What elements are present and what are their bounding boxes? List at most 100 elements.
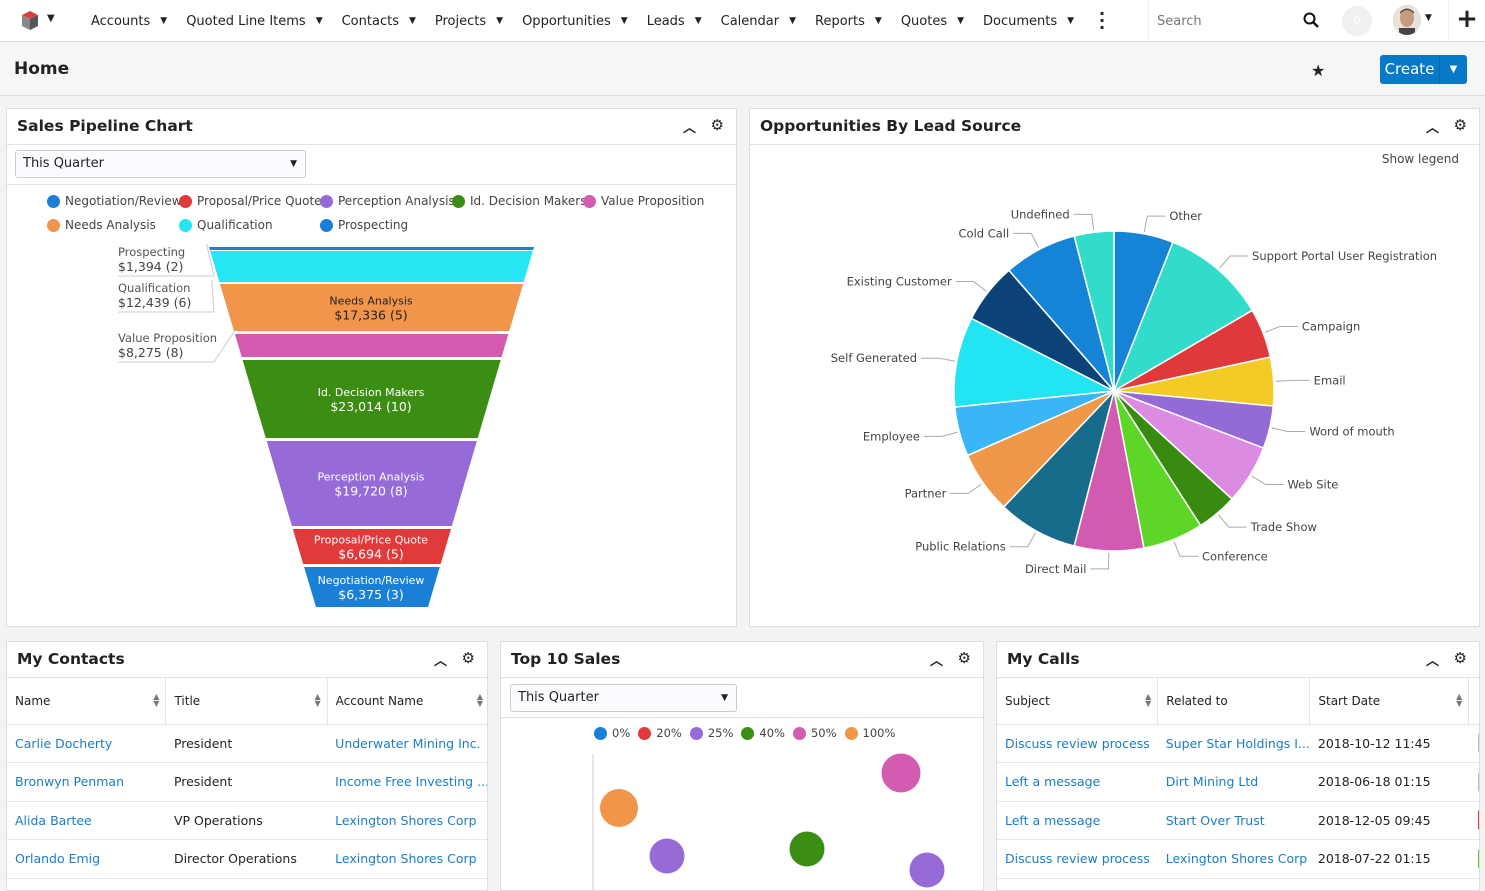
chevron-down-icon[interactable]: ▼ [875,16,882,26]
bubble-point[interactable] [600,789,638,827]
notifications-badge[interactable]: 0 [1342,6,1372,36]
avatar[interactable] [1393,5,1421,35]
chevron-down-icon[interactable]: ▼ [1440,55,1467,84]
pie-label: Undefined [1011,207,1070,221]
status-badge[interactable] [1477,848,1479,869]
call-subject-link[interactable]: Discuss review process [1005,736,1150,751]
chevron-down-icon[interactable]: ▼ [789,16,796,26]
contact-title: President [165,724,328,763]
chevron-down-icon[interactable]: ▼ [496,16,503,26]
nav-calendar[interactable]: Calendar ▼ [721,14,796,29]
bubble-point[interactable] [881,753,921,793]
account-link[interactable]: Underwater Mining Inc. [335,736,480,751]
sort-icon[interactable]: ▲ ▼ [1145,693,1151,708]
nav-label: Accounts [91,13,151,29]
quick-create-button[interactable]: + [1448,0,1485,42]
search-icon[interactable] [1303,12,1319,28]
page-title: Home [14,59,70,79]
nav-quoted-line-items[interactable]: Quoted Line Items ▼ [186,14,322,29]
column-label: Title [174,693,201,708]
funnel-segment[interactable] [209,247,534,250]
chevron-down-icon[interactable]: ▼ [957,16,964,26]
gear-icon[interactable]: ⚙ [462,649,475,667]
funnel-label: Negotiation/Review [318,574,425,587]
chevron-down-icon[interactable]: ▼ [160,16,167,26]
collapse-icon[interactable]: ︿ [434,650,447,669]
bubble-point[interactable] [789,831,825,867]
nav-contacts[interactable]: Contacts ▼ [342,14,416,29]
account-link[interactable]: Lexington Shores Corp [335,813,476,828]
chevron-down-icon[interactable]: ▼ [47,13,55,24]
sort-icon[interactable]: ▲ ▼ [315,693,321,708]
lead-source-dashlet: Opportunities By Lead Source ︿ ⚙ Show le… [749,108,1480,627]
nav-reports[interactable]: Reports ▼ [815,14,882,29]
leader-line [1073,213,1095,231]
chevron-down-icon[interactable]: ▼ [409,16,416,26]
search-input[interactable] [1149,13,1299,29]
column-header-name[interactable]: Name ▲ ▼ [7,678,167,725]
chevron-down-icon[interactable]: ▼ [621,16,628,26]
chevron-down-icon[interactable]: ▼ [1425,13,1432,23]
bubble-point[interactable] [909,852,945,888]
contacts-table: Name ▲ ▼ Title ▲ ▼ Account Name ▲ ▼ Carlie Doc… [7,678,487,879]
related-link[interactable]: Dirt Mining Ltd [1166,774,1258,789]
start-date: 2018-07-22 01:15 [1309,839,1469,879]
column-header-start-date[interactable]: Start Date ▲ ▼ [1309,678,1470,725]
call-subject-link[interactable]: Discuss review process [1005,851,1150,866]
status-badge[interactable] [1477,733,1479,754]
account-link[interactable]: Lexington Shores Corp [335,851,476,866]
column-header-subject[interactable]: Subject ▲ ▼ [997,678,1159,725]
nav-projects[interactable]: Projects ▼ [435,14,503,29]
chevron-down-icon[interactable]: ▼ [695,16,702,26]
nav-label: Documents [983,13,1058,29]
sort-icon[interactable]: ▲ ▼ [153,693,159,708]
page-header: Home ★ Create ▼ [0,43,1485,96]
column-header-status[interactable] [1468,678,1479,725]
column-header-related[interactable]: Related to [1157,678,1311,725]
contact-name-link[interactable]: Orlando Emig [15,851,100,866]
column-header-account[interactable]: Account Name ▲ ▼ [327,678,487,725]
chevron-down-icon[interactable]: ▼ [1067,16,1074,26]
status-badge[interactable] [1477,810,1479,831]
sort-icon[interactable]: ▲ ▼ [477,693,483,708]
nav-quotes[interactable]: Quotes ▼ [901,14,964,29]
funnel-value-label: $8,275 (8) [118,345,183,360]
funnel-segment[interactable] [234,334,509,357]
account-link[interactable]: Income Free Investing ... [335,774,487,789]
leader-line [1251,475,1284,485]
funnel-segment[interactable] [210,251,533,282]
table-row: Discuss review process Super Star Holding… [997,724,1479,763]
nav-leads[interactable]: Leads ▼ [647,14,702,29]
related-link[interactable]: Super Star Holdings I... [1166,736,1310,751]
related-link[interactable]: Start Over Trust [1166,813,1265,828]
nav-accounts[interactable]: Accounts ▼ [91,14,167,29]
logo-icon[interactable] [18,8,42,32]
sort-icon[interactable]: ▲ ▼ [1456,693,1462,708]
more-menu-icon[interactable]: · · · [1098,6,1106,36]
column-header-title[interactable]: Title ▲ ▼ [165,678,328,725]
leader-line [950,483,982,494]
funnel-label: Qualification [118,281,190,295]
contact-name-link[interactable]: Bronwyn Penman [15,774,124,789]
bubble-chart [592,753,945,890]
related-link[interactable]: Lexington Shores Corp [1166,851,1307,866]
contact-name-link[interactable]: Carlie Docherty [15,736,112,751]
call-subject-link[interactable]: Left a message [1005,774,1100,789]
bubble-point[interactable] [649,838,685,874]
status-badge[interactable] [1477,771,1479,792]
nav-label: Projects [434,13,487,29]
chevron-down-icon[interactable]: ▼ [316,16,323,26]
collapse-icon[interactable]: ︿ [1426,650,1439,669]
leader-line [1219,255,1249,269]
pie-label: Other [1169,209,1202,223]
dashlet-header: My Calls ︿ ⚙ [997,642,1479,678]
gear-icon[interactable]: ⚙ [1454,649,1467,667]
nav-documents[interactable]: Documents ▼ [983,14,1074,29]
contact-name-link[interactable]: Alida Bartee [15,813,92,828]
star-icon[interactable]: ★ [1311,61,1325,80]
create-label[interactable]: Create [1380,55,1440,84]
leader-line [1271,427,1306,432]
create-button[interactable]: Create ▼ [1380,55,1467,84]
call-subject-link[interactable]: Left a message [1005,813,1100,828]
nav-opportunities[interactable]: Opportunities ▼ [522,14,628,29]
